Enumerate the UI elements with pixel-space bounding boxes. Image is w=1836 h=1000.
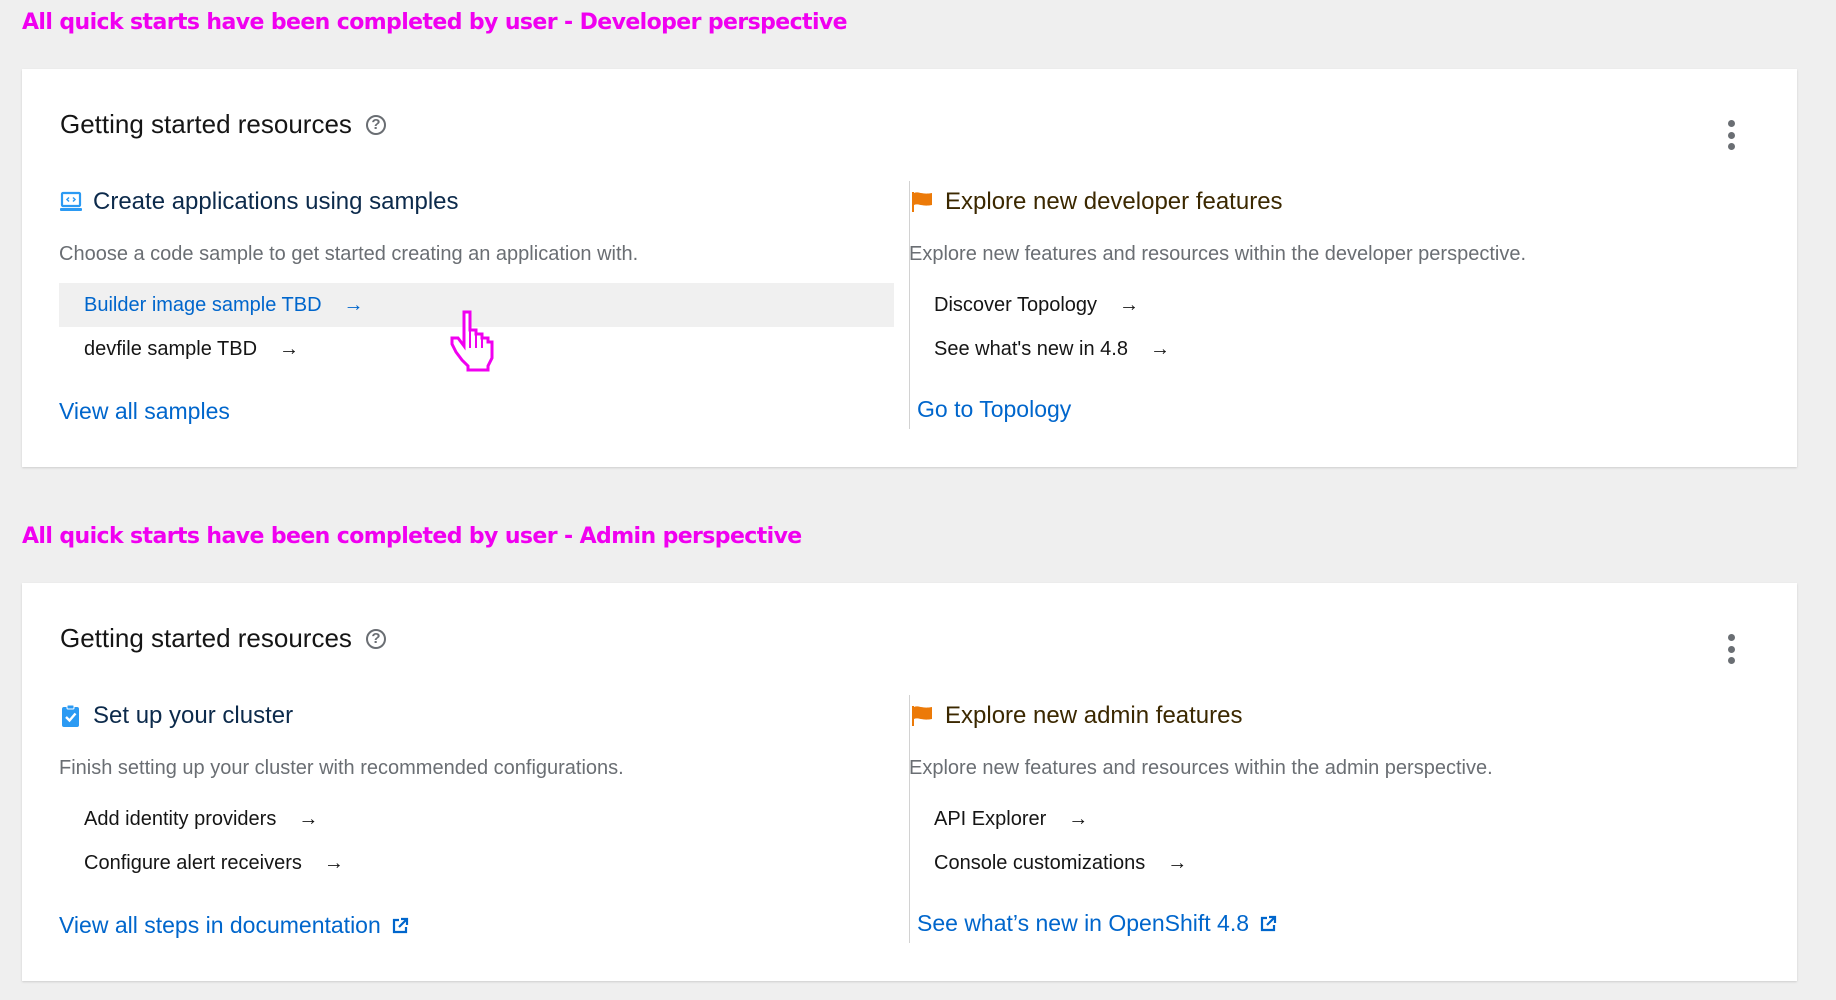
list-item-label: devfile sample TBD [84, 337, 258, 360]
arrow-right-icon: → [323, 851, 344, 874]
column-description: Choose a code sample to get started crea… [59, 243, 639, 265]
link-text: See what’s new in OpenShift 4.8 [917, 910, 1250, 936]
card-title-text: Getting started resources [60, 623, 352, 653]
laptop-code-icon [59, 190, 83, 214]
card-title: Getting started resources ? [60, 623, 386, 654]
setup-list: Add identity providers → Configure alert… [59, 797, 894, 885]
clipboard-check-icon [59, 704, 83, 728]
kebab-menu-icon[interactable] [1721, 120, 1741, 150]
list-item-discover-topology[interactable]: Discover Topology → [909, 283, 1769, 327]
view-all-samples-link[interactable]: View all samples [59, 398, 230, 425]
question-circle-icon[interactable]: ? [365, 628, 386, 649]
column-heading-text: Explore new developer features [945, 188, 1283, 215]
column-heading-text: Set up your cluster [93, 702, 294, 729]
flag-icon [910, 190, 934, 214]
flag-icon [910, 704, 934, 728]
question-circle-icon[interactable]: ? [365, 114, 386, 135]
view-all-steps-link[interactable]: View all steps in documentation [59, 912, 409, 939]
list-item-label: Discover Topology [934, 293, 1098, 316]
whats-new-openshift-link[interactable]: See what’s new in OpenShift 4.8 [917, 910, 1277, 937]
hand-cursor-icon [450, 308, 502, 374]
list-item-label: Configure alert receivers [84, 851, 302, 874]
list-item-label: See what's new in 4.8 [934, 337, 1128, 360]
arrow-right-icon: → [1167, 851, 1188, 874]
getting-started-card-developer: Getting started resources ? Create appli… [22, 69, 1797, 467]
kebab-menu-icon[interactable] [1721, 634, 1741, 664]
list-item-whats-new[interactable]: See what's new in 4.8 → [909, 327, 1769, 371]
column-description: Explore new features and resources withi… [909, 243, 1527, 265]
feature-list: API Explorer → Console customizations → [909, 797, 1769, 885]
arrow-right-icon: → [1149, 337, 1170, 360]
list-item-configure-alert-receivers[interactable]: Configure alert receivers → [59, 841, 894, 885]
external-link-icon [391, 917, 409, 935]
arrow-right-icon: → [298, 807, 319, 830]
list-item-label: API Explorer [934, 807, 1047, 830]
arrow-right-icon: → [279, 337, 300, 360]
column-heading: Explore new developer features [909, 187, 1283, 217]
annotation-developer: All quick starts have been completed by … [22, 10, 848, 35]
getting-started-card-admin: Getting started resources ? Set up your … [22, 583, 1797, 981]
list-item-console-customizations[interactable]: Console customizations → [909, 841, 1769, 885]
annotation-admin: All quick starts have been completed by … [22, 524, 802, 549]
arrow-right-icon: → [1119, 293, 1140, 316]
list-item-api-explorer[interactable]: API Explorer → [909, 797, 1769, 841]
column-description: Finish setting up your cluster with reco… [59, 757, 624, 779]
list-item-add-identity-providers[interactable]: Add identity providers → [59, 797, 894, 841]
external-link-icon [1259, 915, 1277, 933]
card-title-text: Getting started resources [60, 109, 352, 139]
list-item-label: Add identity providers [84, 807, 277, 830]
arrow-right-icon: → [343, 293, 364, 316]
arrow-right-icon: → [1068, 807, 1089, 830]
feature-list: Discover Topology → See what's new in 4.… [909, 283, 1769, 371]
list-item-label: Builder image sample TBD [84, 293, 322, 316]
link-text: View all steps in documentation [59, 912, 381, 938]
column-heading-text: Create applications using samples [93, 188, 459, 215]
column-heading: Create applications using samples [59, 187, 459, 217]
go-to-topology-link[interactable]: Go to Topology [917, 396, 1071, 423]
column-heading: Explore new admin features [909, 701, 1243, 731]
card-title: Getting started resources ? [60, 109, 386, 140]
list-item-label: Console customizations [934, 851, 1146, 874]
column-heading: Set up your cluster [59, 701, 293, 731]
column-heading-text: Explore new admin features [945, 702, 1243, 729]
column-description: Explore new features and resources withi… [909, 757, 1493, 779]
